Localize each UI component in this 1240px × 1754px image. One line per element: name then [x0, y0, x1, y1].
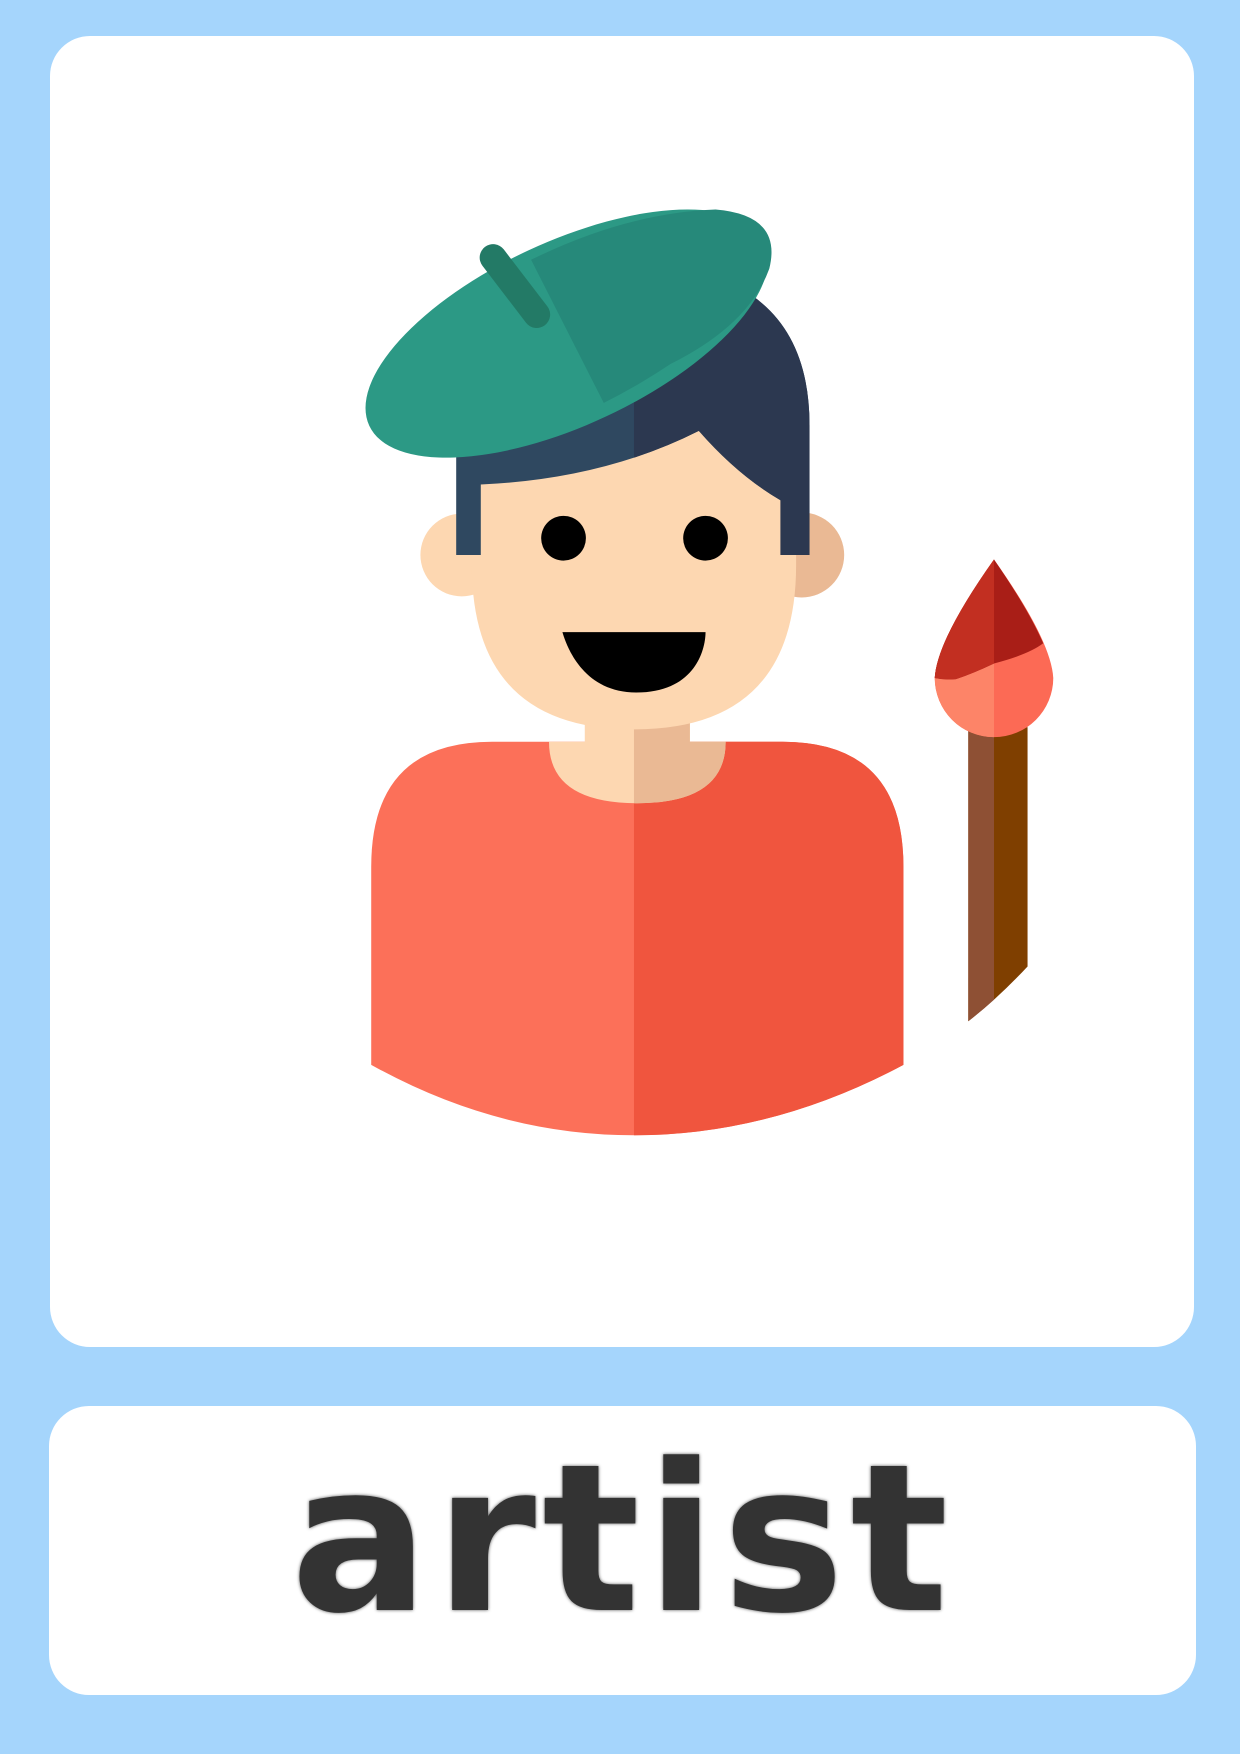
left-eye: [541, 515, 586, 561]
word-label: artist: [290, 1421, 955, 1659]
right-eye: [683, 515, 728, 561]
paintbrush-icon: [934, 559, 1054, 1022]
word-panel: artist: [49, 1406, 1196, 1695]
